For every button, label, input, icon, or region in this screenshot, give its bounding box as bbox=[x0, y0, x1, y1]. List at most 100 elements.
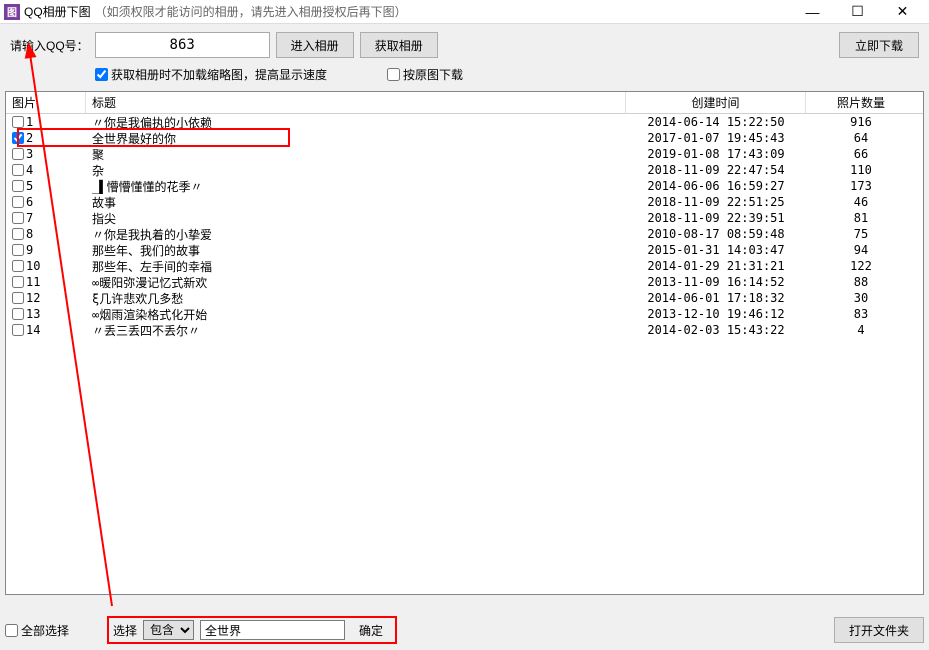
row-time: 2010-08-17 08:59:48 bbox=[626, 227, 806, 241]
maximize-button[interactable]: ☐ bbox=[835, 0, 880, 24]
row-pic-cell: 3 bbox=[6, 147, 86, 161]
row-time: 2017-01-07 19:45:43 bbox=[626, 131, 806, 145]
minimize-button[interactable]: — bbox=[790, 0, 835, 24]
row-pic-cell: 8 bbox=[6, 227, 86, 241]
footer: 全部选择 选择 包含 确定 打开文件夹 bbox=[0, 610, 929, 650]
row-count: 4 bbox=[806, 323, 916, 337]
table-row[interactable]: 9那些年、我们的故事2015-01-31 14:03:4794 bbox=[6, 242, 923, 258]
select-all-checkbox[interactable]: 全部选择 bbox=[5, 622, 69, 639]
row-count: 173 bbox=[806, 179, 916, 193]
row-index: 9 bbox=[26, 243, 33, 257]
row-pic-cell: 5 bbox=[6, 179, 86, 193]
open-folder-button[interactable]: 打开文件夹 bbox=[834, 617, 924, 643]
col-header-title[interactable]: 标题 bbox=[86, 92, 626, 113]
row-checkbox[interactable] bbox=[12, 196, 24, 208]
table-body[interactable]: 1〃你是我偏执的小依赖2014-06-14 15:22:509162全世界最好的… bbox=[6, 114, 923, 594]
col-header-count[interactable]: 照片数量 bbox=[806, 92, 916, 113]
row-title: _▌懵懵懂懂的花季〃 bbox=[86, 178, 626, 195]
row-checkbox[interactable] bbox=[12, 260, 24, 272]
row-count: 46 bbox=[806, 195, 916, 209]
row-title: ∞暖阳弥漫记忆式新欢 bbox=[86, 274, 626, 291]
row-count: 66 bbox=[806, 147, 916, 161]
row-count: 75 bbox=[806, 227, 916, 241]
original-check[interactable] bbox=[387, 68, 400, 81]
row-count: 122 bbox=[806, 259, 916, 273]
row-count: 30 bbox=[806, 291, 916, 305]
table-row[interactable]: 12ξ几许悲欢几多愁2014-06-01 17:18:3230 bbox=[6, 290, 923, 306]
row-title: 聚 bbox=[86, 146, 626, 163]
row-pic-cell: 2 bbox=[6, 131, 86, 145]
table-row[interactable]: 7指尖2018-11-09 22:39:5181 bbox=[6, 210, 923, 226]
row-pic-cell: 13 bbox=[6, 307, 86, 321]
row-count: 83 bbox=[806, 307, 916, 321]
window-controls: — ☐ ✕ bbox=[790, 0, 925, 24]
col-header-pic[interactable]: 图片 bbox=[6, 92, 86, 113]
qq-label: 请输入QQ号： bbox=[10, 37, 89, 54]
row-count: 94 bbox=[806, 243, 916, 257]
table-row[interactable]: 3聚2019-01-08 17:43:0966 bbox=[6, 146, 923, 162]
row-checkbox[interactable] bbox=[12, 164, 24, 176]
window-note: （如须权限才能访问的相册，请先进入相册授权后再下图） bbox=[95, 3, 407, 20]
row-checkbox[interactable] bbox=[12, 132, 24, 144]
original-checkbox[interactable]: 按原图下载 bbox=[387, 66, 463, 83]
row-checkbox[interactable] bbox=[12, 244, 24, 256]
row-checkbox[interactable] bbox=[12, 276, 24, 288]
row-count: 916 bbox=[806, 115, 916, 129]
select-all-check[interactable] bbox=[5, 624, 18, 637]
row-checkbox[interactable] bbox=[12, 116, 24, 128]
row-index: 6 bbox=[26, 195, 33, 209]
row-checkbox[interactable] bbox=[12, 148, 24, 160]
filter-confirm-button[interactable]: 确定 bbox=[351, 622, 391, 639]
row-time: 2014-06-06 16:59:27 bbox=[626, 179, 806, 193]
row-checkbox[interactable] bbox=[12, 292, 24, 304]
table-row[interactable]: 10那些年、左手间的幸福2014-01-29 21:31:21122 bbox=[6, 258, 923, 274]
qq-input[interactable] bbox=[95, 32, 270, 58]
row-pic-cell: 11 bbox=[6, 275, 86, 289]
col-header-time[interactable]: 创建时间 bbox=[626, 92, 806, 113]
table-row[interactable]: 2全世界最好的你2017-01-07 19:45:4364 bbox=[6, 130, 923, 146]
no-thumb-check[interactable] bbox=[95, 68, 108, 81]
row-title: 那些年、我们的故事 bbox=[86, 242, 626, 259]
table-row[interactable]: 8 〃你是我执着的小挚爱2010-08-17 08:59:4875 bbox=[6, 226, 923, 242]
table-row[interactable]: 6 故事2018-11-09 22:51:2546 bbox=[6, 194, 923, 210]
row-title: 〃你是我执着的小挚爱 bbox=[86, 226, 626, 243]
filter-input[interactable] bbox=[200, 620, 345, 640]
row-time: 2014-06-01 17:18:32 bbox=[626, 291, 806, 305]
row-checkbox[interactable] bbox=[12, 308, 24, 320]
close-button[interactable]: ✕ bbox=[880, 0, 925, 24]
row-time: 2014-02-03 15:43:22 bbox=[626, 323, 806, 337]
table-row[interactable]: 13∞烟雨渲染格式化开始2013-12-10 19:46:1283 bbox=[6, 306, 923, 322]
table-row[interactable]: 5_▌懵懵懂懂的花季〃2014-06-06 16:59:27173 bbox=[6, 178, 923, 194]
row-count: 64 bbox=[806, 131, 916, 145]
table-row[interactable]: 14〃丢三丢四不丢尔〃2014-02-03 15:43:224 bbox=[6, 322, 923, 338]
table-row[interactable]: 1〃你是我偏执的小依赖2014-06-14 15:22:50916 bbox=[6, 114, 923, 130]
row-time: 2018-11-09 22:39:51 bbox=[626, 211, 806, 225]
row-time: 2014-01-29 21:31:21 bbox=[626, 259, 806, 273]
row-title: 故事 bbox=[86, 194, 626, 211]
select-all-label: 全部选择 bbox=[21, 622, 69, 639]
row-pic-cell: 4 bbox=[6, 163, 86, 177]
row-time: 2018-11-09 22:51:25 bbox=[626, 195, 806, 209]
row-pic-cell: 9 bbox=[6, 243, 86, 257]
row-index: 1 bbox=[26, 115, 33, 129]
no-thumb-checkbox[interactable]: 获取相册时不加载缩略图，提高显示速度 bbox=[95, 66, 327, 83]
row-checkbox[interactable] bbox=[12, 212, 24, 224]
row-index: 8 bbox=[26, 227, 33, 241]
row-checkbox[interactable] bbox=[12, 180, 24, 192]
get-album-button[interactable]: 获取相册 bbox=[360, 32, 438, 58]
filter-mode-select[interactable]: 包含 bbox=[143, 620, 194, 640]
row-title: 杂 bbox=[86, 162, 626, 179]
original-label: 按原图下载 bbox=[403, 66, 463, 83]
row-pic-cell: 6 bbox=[6, 195, 86, 209]
enter-album-button[interactable]: 进入相册 bbox=[276, 32, 354, 58]
row-title: 指尖 bbox=[86, 210, 626, 227]
row-checkbox[interactable] bbox=[12, 324, 24, 336]
row-pic-cell: 7 bbox=[6, 211, 86, 225]
filter-highlight: 选择 包含 确定 bbox=[107, 616, 397, 644]
table-row[interactable]: 4杂2018-11-09 22:47:54110 bbox=[6, 162, 923, 178]
download-now-button[interactable]: 立即下载 bbox=[839, 32, 919, 58]
table-row[interactable]: 11∞暖阳弥漫记忆式新欢2013-11-09 16:14:5288 bbox=[6, 274, 923, 290]
row-checkbox[interactable] bbox=[12, 228, 24, 240]
row-index: 7 bbox=[26, 211, 33, 225]
titlebar: 图 QQ相册下图 （如须权限才能访问的相册，请先进入相册授权后再下图） — ☐ … bbox=[0, 0, 929, 24]
